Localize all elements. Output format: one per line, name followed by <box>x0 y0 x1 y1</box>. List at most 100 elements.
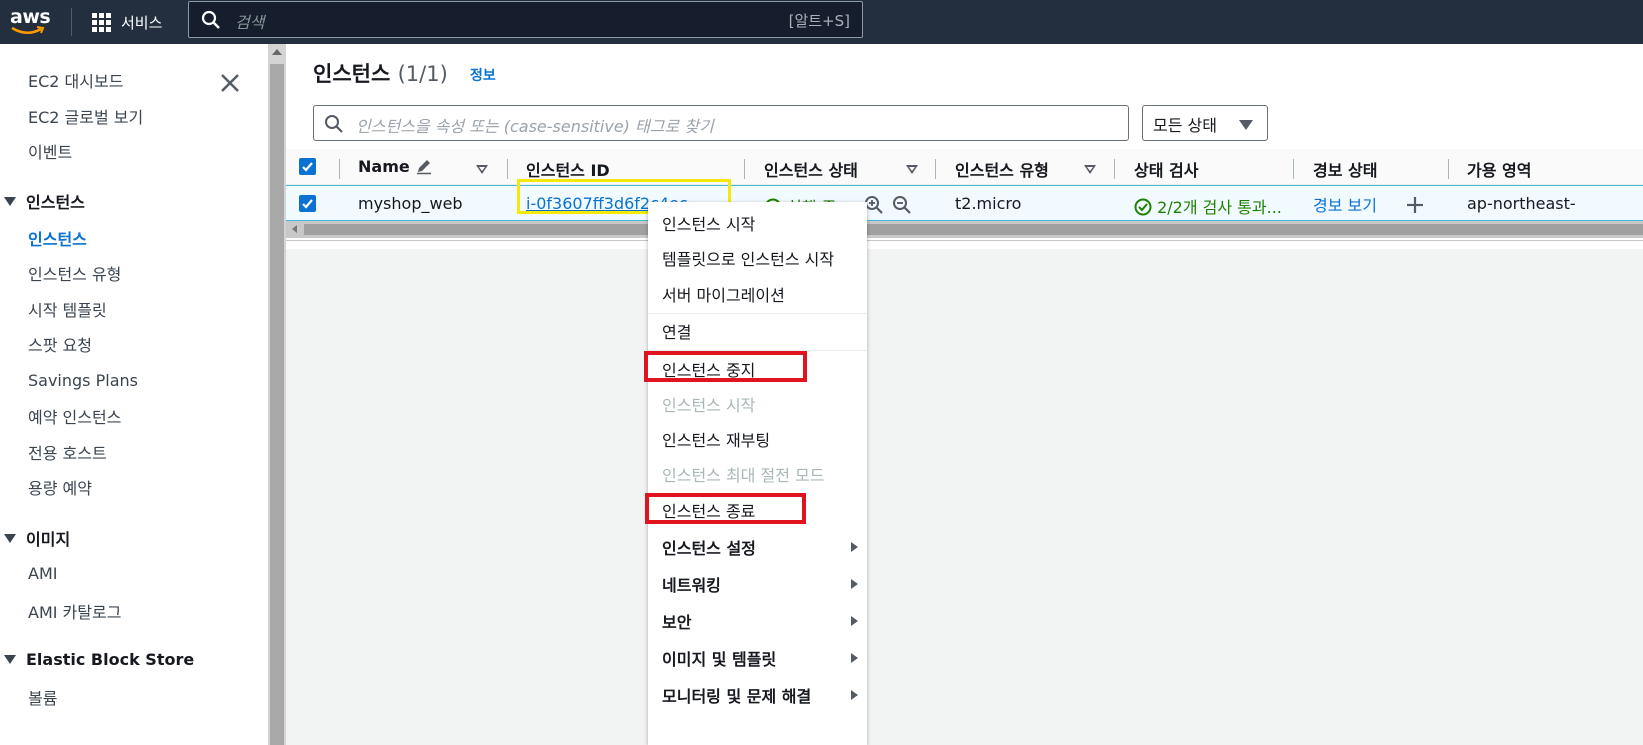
column-divider <box>935 159 936 179</box>
menu-item-monitor-and-troubleshoot[interactable]: 모니터링 및 문제 해결 <box>662 683 811 707</box>
scrollbar-thumb[interactable] <box>270 64 284 745</box>
state-filter-value: 모든 상태 <box>1153 116 1217 135</box>
chevron-right-icon <box>851 653 858 663</box>
sidebar-section-label: 이미지 <box>26 530 71 549</box>
state-filter-select[interactable]: 모든 상태 <box>1142 105 1268 141</box>
instances-panel: 인스턴스 (1/1) 정보 인스턴스을 속성 또는 (case-sensitiv… <box>286 44 1643 249</box>
check-circle-icon <box>1134 198 1152 216</box>
page-title: 인스턴스 (1/1) <box>313 58 448 88</box>
search-icon <box>325 115 343 133</box>
column-header-name[interactable]: Name <box>358 157 433 176</box>
caret-down-icon <box>4 655 16 664</box>
column-divider <box>1114 159 1115 179</box>
sidebar-item-reserved-instances[interactable]: 예약 인스턴스 <box>28 404 121 428</box>
edit-pencil-icon[interactable] <box>415 157 433 175</box>
instance-context-menu: 인스턴스 시작 템플릿으로 인스턴스 시작 서버 마이그레이션 연결 인스턴스 … <box>648 202 867 745</box>
column-header-status-check[interactable]: 상태 검사 <box>1134 157 1198 181</box>
status-check: 2/2개 검사 통과... <box>1134 194 1282 218</box>
stop-instance-highlight-box <box>644 351 807 382</box>
table-row[interactable]: myshop_web i-0f3607ff3d6f2c4ec 실행 중 t2.m… <box>286 185 1643 221</box>
search-placeholder: 검색 <box>235 13 265 32</box>
menu-item-security[interactable]: 보안 <box>662 609 691 633</box>
table-header: Name 인스턴스 ID 인스턴스 상태 인스턴스 유형 상태 검사 경보 상태… <box>286 149 1643 185</box>
sidebar-scrollbar[interactable] <box>268 44 286 745</box>
search-icon <box>201 10 220 29</box>
sort-icon[interactable] <box>476 165 488 174</box>
sort-icon[interactable] <box>906 165 918 174</box>
column-header-instance-type[interactable]: 인스턴스 유형 <box>955 157 1049 181</box>
column-header-instance-state[interactable]: 인스턴스 상태 <box>764 157 858 181</box>
sidebar-item-spot-requests[interactable]: 스팟 요청 <box>28 332 92 356</box>
services-menu-button[interactable]: 서비스 <box>92 8 162 36</box>
instance-filter-input[interactable]: 인스턴스을 속성 또는 (case-sensitive) 태그로 찾기 <box>313 105 1129 141</box>
menu-item-launch-instance[interactable]: 인스턴스 시작 <box>662 211 755 235</box>
menu-item-hibernate-instance[interactable]: 인스턴스 최대 절전 모드 <box>662 462 824 486</box>
chevron-right-icon <box>851 579 858 589</box>
scroll-left-arrow-icon[interactable] <box>292 225 297 233</box>
column-header-label: Name <box>358 157 410 176</box>
sidebar-item-launch-templates[interactable]: 시작 템플릿 <box>28 297 107 321</box>
sidebar-item-ec2-dashboard[interactable]: EC2 대시보드 <box>28 68 123 92</box>
column-divider <box>744 159 745 179</box>
view-alarms-link[interactable]: 경보 보기 <box>1313 192 1377 216</box>
menu-item-connect[interactable]: 연결 <box>662 319 691 343</box>
info-link[interactable]: 정보 <box>470 65 496 85</box>
menu-divider <box>648 313 867 314</box>
menu-item-start-instance[interactable]: 인스턴스 시작 <box>662 392 755 416</box>
close-icon[interactable] <box>218 71 242 95</box>
chevron-right-icon <box>851 542 858 552</box>
sidebar-section-instances[interactable]: 인스턴스 <box>4 189 85 213</box>
chevron-right-icon <box>851 690 858 700</box>
sidebar-item-ami-catalog[interactable]: AMI 카탈로그 <box>28 599 121 623</box>
sidebar-section-ebs[interactable]: Elastic Block Store <box>4 650 194 669</box>
zoom-out-icon[interactable] <box>892 195 912 215</box>
add-icon[interactable] <box>1406 196 1424 214</box>
menu-item-launch-from-template[interactable]: 템플릿으로 인스턴스 시작 <box>662 246 834 270</box>
availability-zone: ap-northeast- <box>1467 194 1576 213</box>
sidebar-item-savings-plans[interactable]: Savings Plans <box>28 371 138 390</box>
column-header-availability-zone[interactable]: 가용 영역 <box>1467 157 1531 181</box>
aws-logo[interactable]: aws <box>10 4 54 38</box>
terminate-instance-highlight-box <box>645 493 806 524</box>
table-horizontal-scrollbar[interactable] <box>286 221 1643 238</box>
sidebar-item-instance-types[interactable]: 인스턴스 유형 <box>28 261 121 285</box>
sidebar-item-events[interactable]: 이벤트 <box>28 139 72 163</box>
sort-icon[interactable] <box>1084 165 1096 174</box>
panel-divider <box>286 240 1643 241</box>
status-check-label: 2/2개 검사 통과... <box>1157 198 1282 217</box>
sidebar-item-ec2-global-view[interactable]: EC2 글로벌 보기 <box>28 104 143 128</box>
select-all-checkbox[interactable] <box>299 158 316 175</box>
column-header-alarm-status[interactable]: 경보 상태 <box>1313 157 1377 181</box>
sidebar-section-images[interactable]: 이미지 <box>4 526 70 550</box>
instance-count: (1/1) <box>397 62 448 86</box>
aws-smile-icon <box>11 26 45 34</box>
sidebar-item-dedicated-hosts[interactable]: 전용 호스트 <box>28 440 107 464</box>
sidebar-item-volumes[interactable]: 볼륨 <box>28 685 57 709</box>
menu-item-server-migration[interactable]: 서버 마이그레이션 <box>662 282 785 306</box>
scrollbar-thumb[interactable] <box>304 224 1643 235</box>
filter-placeholder: 인스턴스을 속성 또는 (case-sensitive) 태그로 찾기 <box>356 117 714 136</box>
instance-type: t2.micro <box>955 194 1022 213</box>
sidebar-item-capacity-reservations[interactable]: 용량 예약 <box>28 475 92 499</box>
scroll-up-arrow-icon[interactable] <box>272 49 282 55</box>
column-divider <box>1293 159 1294 179</box>
menu-item-instance-settings[interactable]: 인스턴스 설정 <box>662 535 756 559</box>
column-header-instance-id[interactable]: 인스턴스 ID <box>526 157 610 181</box>
global-search-input[interactable]: 검색 [알트+S] <box>188 1 863 38</box>
check-icon <box>302 199 313 209</box>
sidebar-item-ami[interactable]: AMI <box>28 564 57 583</box>
sidebar-item-instances[interactable]: 인스턴스 <box>28 226 87 250</box>
menu-item-networking[interactable]: 네트워킹 <box>662 572 721 596</box>
sidebar-section-label: Elastic Block Store <box>26 650 195 669</box>
column-divider <box>1448 159 1449 179</box>
top-navigation-bar: aws 서비스 검색 [알트+S] <box>0 0 1643 44</box>
topbar-divider <box>71 8 72 36</box>
menu-item-reboot-instance[interactable]: 인스턴스 재부팅 <box>662 427 770 451</box>
row-checkbox[interactable] <box>299 195 316 212</box>
caret-down-icon <box>4 196 16 206</box>
menu-item-image-and-templates[interactable]: 이미지 및 템플릿 <box>662 646 776 670</box>
caret-down-icon <box>1239 120 1253 130</box>
page-title-text: 인스턴스 <box>313 62 391 86</box>
zoom-in-icon[interactable] <box>864 195 884 215</box>
main-content: 인스턴스 (1/1) 정보 인스턴스을 속성 또는 (case-sensitiv… <box>286 44 1643 745</box>
